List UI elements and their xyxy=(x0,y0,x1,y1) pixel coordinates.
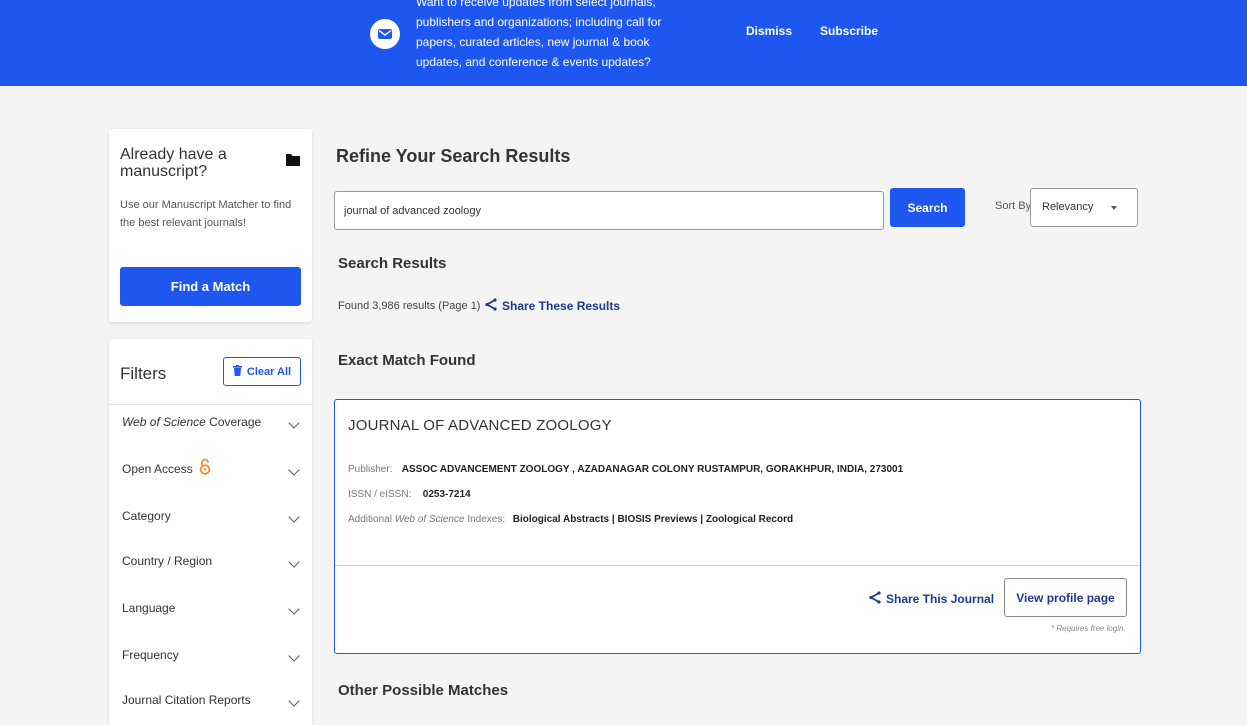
indexes-label-pre: Additional xyxy=(348,514,395,525)
issn-label: ISSN / eISSN: xyxy=(348,489,412,500)
search-results-heading: Search Results xyxy=(338,255,447,272)
filter-category[interactable]: Category xyxy=(109,509,312,553)
find-a-match-button[interactable]: Find a Match xyxy=(120,267,301,306)
manuscript-description: Use our Manuscript Matcher to find the b… xyxy=(120,199,292,229)
dismiss-button[interactable]: Dismiss xyxy=(746,24,792,38)
chevron-down-icon xyxy=(288,511,300,523)
banner-line: Want to receive updates from select jour… xyxy=(416,0,656,9)
chevron-down-icon xyxy=(288,603,300,615)
filters-panel: Filters Clear All Web of Science Coverag… xyxy=(109,339,312,725)
filter-country-region[interactable]: Country / Region xyxy=(109,554,312,598)
filter-label: Language xyxy=(122,601,176,615)
filter-label-emphasis: Web of Science xyxy=(122,415,206,429)
publisher-row: Publisher: ASSOC ADVANCEMENT ZOOLOGY , A… xyxy=(348,464,903,475)
share-journal-label: Share This Journal xyxy=(886,592,995,606)
chevron-down-icon xyxy=(288,556,300,568)
exact-match-heading: Exact Match Found xyxy=(338,352,476,369)
filter-label: Frequency xyxy=(122,648,179,662)
share-results-link[interactable]: Share These Results xyxy=(484,298,620,314)
chevron-down-icon xyxy=(288,417,300,429)
chevron-down-icon xyxy=(288,464,300,476)
divider xyxy=(109,404,312,405)
chevron-down-icon xyxy=(288,695,300,707)
journal-title: JOURNAL OF ADVANCED ZOOLOGY xyxy=(348,417,612,434)
trash-icon xyxy=(232,364,242,379)
sort-by-label: Sort By: xyxy=(995,200,1035,212)
share-journal-link[interactable]: Share This Journal xyxy=(868,591,994,607)
sort-value: Relevancy xyxy=(1042,201,1094,213)
folder-icon xyxy=(286,153,300,171)
share-results-label: Share These Results xyxy=(502,299,621,313)
indexes-row: Additional Web of Science Indexes: Biolo… xyxy=(348,514,793,525)
filter-label-text: Open Access xyxy=(122,462,193,477)
divider xyxy=(335,565,1140,566)
manuscript-title: Already have a manuscript? xyxy=(120,146,227,180)
share-icon xyxy=(484,298,497,314)
clear-all-label: Clear All xyxy=(246,365,292,378)
filter-label: Country / Region xyxy=(122,554,213,568)
view-profile-button[interactable]: View profile page xyxy=(1004,578,1127,617)
page-title: Refine Your Search Results xyxy=(336,146,571,166)
sort-by-select[interactable]: Relevancy xyxy=(1030,188,1138,227)
clear-all-button[interactable]: Clear All xyxy=(223,357,301,386)
filter-label-rest: Coverage xyxy=(205,415,262,429)
issn-value: 0253-7214 xyxy=(422,489,471,500)
filter-web-of-science-coverage[interactable]: Web of Science Coverage xyxy=(109,415,312,459)
other-matches-heading: Other Possible Matches xyxy=(338,682,509,699)
subscribe-button[interactable]: Subscribe xyxy=(820,24,878,38)
filter-open-access[interactable]: Open Access xyxy=(109,458,312,506)
share-icon xyxy=(868,591,881,607)
filter-label: Category xyxy=(122,509,171,523)
mail-icon xyxy=(370,19,400,49)
filter-journal-citation-reports[interactable]: Journal Citation Reports xyxy=(109,693,312,725)
chevron-down-icon xyxy=(288,650,300,662)
open-access-icon xyxy=(199,458,211,478)
indexes-label-emphasis: Web of Science xyxy=(394,514,465,525)
subscription-banner: Want to receive updates from select jour… xyxy=(0,0,1247,86)
publisher-value: ASSOC ADVANCEMENT ZOOLOGY , AZADANAGAR C… xyxy=(401,464,904,475)
filter-label: Web of Science Coverage xyxy=(122,415,261,429)
journal-result-card: JOURNAL OF ADVANCED ZOOLOGY Publisher: A… xyxy=(334,399,1141,654)
issn-row: ISSN / eISSN: 0253-7214 xyxy=(348,489,471,500)
banner-line: publishers and organizations; including … xyxy=(416,15,662,29)
filter-label: Open Access xyxy=(122,458,211,478)
filter-frequency[interactable]: Frequency xyxy=(109,648,312,692)
filter-label: Journal Citation Reports xyxy=(122,693,251,707)
search-button[interactable]: Search xyxy=(890,188,965,227)
caret-down-icon xyxy=(1111,206,1117,210)
search-input[interactable] xyxy=(334,191,884,230)
filters-title: Filters xyxy=(120,364,167,383)
banner-line: updates, and conference & events updates… xyxy=(416,55,651,69)
banner-message: Want to receive updates from select jour… xyxy=(416,0,662,72)
manuscript-matcher-card: Already have a manuscript? Use our Manus… xyxy=(109,129,312,322)
login-note: * Requires free login. xyxy=(1051,624,1126,633)
indexes-value: Biological Abstracts | BIOSIS Previews |… xyxy=(512,514,794,525)
indexes-label-post: Indexes: xyxy=(464,514,506,525)
filter-language[interactable]: Language xyxy=(109,601,312,645)
publisher-label: Publisher: xyxy=(348,464,393,475)
banner-line: papers, curated articles, new journal & … xyxy=(416,35,650,49)
results-count: Found 3,986 results (Page 1) xyxy=(338,300,481,312)
indexes-label: Additional Web of Science Indexes: xyxy=(348,514,510,525)
